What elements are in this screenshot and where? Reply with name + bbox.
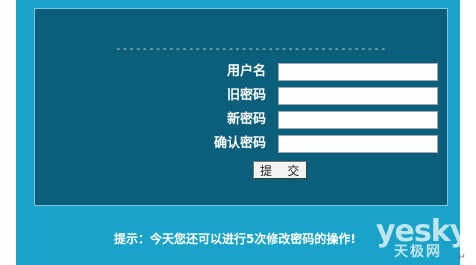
submit-button[interactable]: 提 交 — [253, 161, 307, 179]
return-mark-icon: ↵ — [457, 252, 466, 263]
new-password-row: 新密码 — [121, 109, 438, 131]
attempts-hint: 提示：今天您还可以进行5次修改密码的操作! — [114, 232, 356, 246]
watermark-brand: yesky — [376, 214, 469, 249]
decorative-divider: ----------------------------------------… — [115, 43, 387, 55]
new-password-input[interactable] — [278, 111, 438, 129]
username-input[interactable] — [278, 63, 438, 81]
password-form-panel: ----------------------------------------… — [34, 8, 448, 206]
username-label: 用户名 — [226, 64, 266, 79]
new-password-label: 新密码 — [226, 112, 266, 127]
yesky-watermark: yesky 天极网 — [376, 214, 469, 261]
old-password-input[interactable] — [278, 87, 438, 105]
confirm-password-row: 确认密码 — [121, 133, 438, 155]
old-password-row: 旧密码 — [121, 85, 438, 107]
confirm-password-label: 确认密码 — [213, 136, 266, 151]
username-row: 用户名 — [121, 61, 438, 83]
confirm-password-input[interactable] — [278, 135, 438, 153]
old-password-label: 旧密码 — [226, 88, 266, 103]
